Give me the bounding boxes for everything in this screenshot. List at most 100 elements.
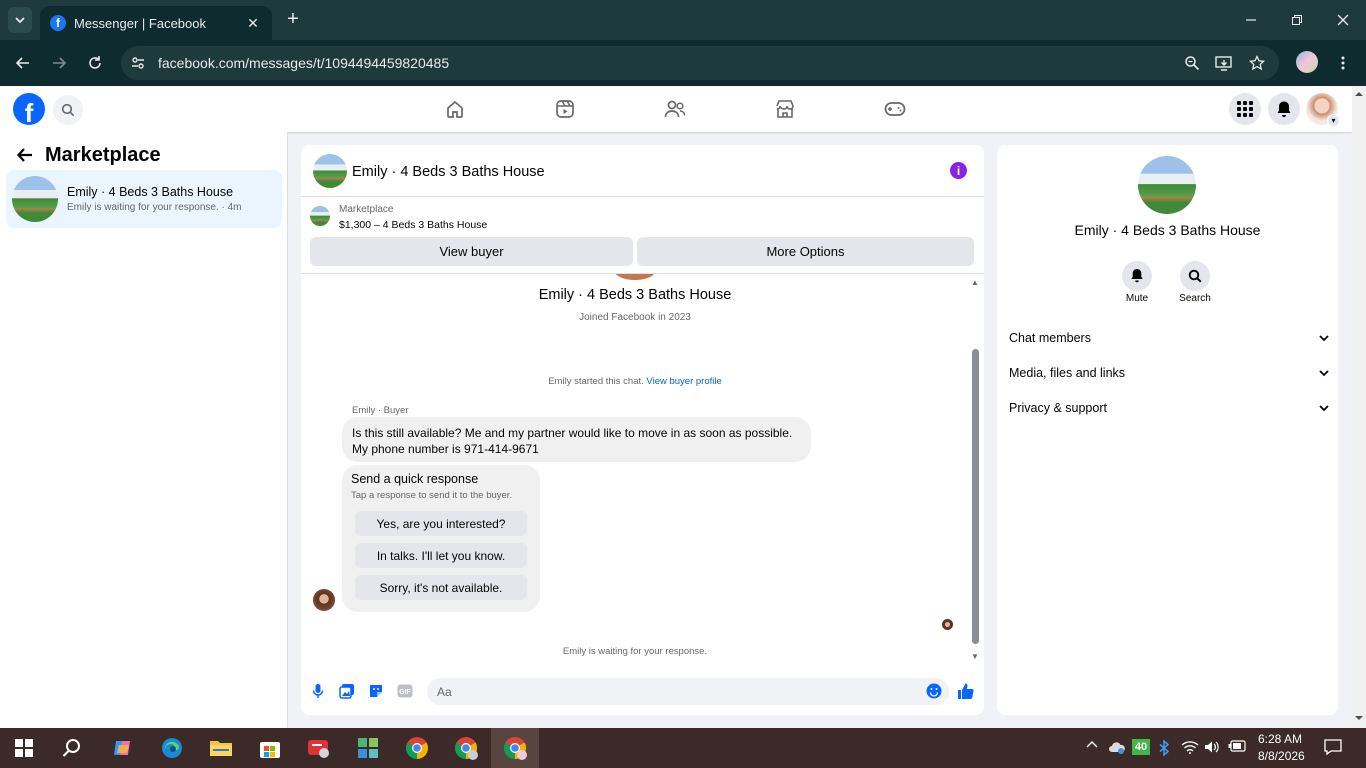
section-media-files-links[interactable]: Media, files and links: [1009, 359, 1329, 387]
more-vertical-icon: [1341, 56, 1345, 70]
back-button[interactable]: [13, 53, 33, 73]
friends-icon[interactable]: [664, 98, 686, 120]
back-arrow-icon[interactable]: [16, 146, 34, 164]
emoji-icon[interactable]: [926, 683, 942, 699]
chevron-down-icon: [1319, 335, 1329, 342]
close-window-button[interactable]: [1333, 10, 1353, 30]
chevron-down-icon: ▾: [1327, 114, 1340, 127]
grid-menu-icon: [1237, 101, 1253, 117]
mute-button[interactable]: [1122, 261, 1152, 291]
section-chat-members[interactable]: Chat members: [1009, 324, 1329, 352]
view-buyer-profile-link[interactable]: View buyer profile: [646, 376, 721, 387]
restore-icon: [1292, 15, 1302, 25]
tab-search-button[interactable]: [8, 7, 32, 33]
view-buyer-button[interactable]: View buyer: [310, 237, 633, 266]
account-avatar[interactable]: ▾: [1306, 93, 1340, 127]
info-icon[interactable]: i: [950, 162, 967, 179]
facebook-favicon-icon: f: [50, 15, 66, 31]
copilot-icon[interactable]: [109, 734, 137, 762]
message-input[interactable]: [427, 678, 949, 705]
sidebar-title: Marketplace: [45, 144, 161, 166]
new-tab-button[interactable]: +: [283, 9, 303, 30]
quick-response-subtitle: Tap a response to send it to the buyer.: [351, 490, 513, 501]
address-bar[interactable]: facebook.com/messages/t/1094494459820485: [121, 46, 1279, 80]
chrome-menu-button[interactable]: [1333, 53, 1353, 73]
reload-button[interactable]: [85, 53, 105, 73]
chevron-down-icon: [1319, 370, 1329, 377]
section-privacy-support[interactable]: Privacy & support: [1009, 394, 1329, 422]
quick-response-sorry-button[interactable]: Sorry, it's not available.: [355, 575, 527, 600]
forward-button[interactable]: [49, 53, 69, 73]
details-avatar[interactable]: [1138, 156, 1196, 214]
waiting-notice: Emily is waiting for your response.: [562, 646, 708, 657]
chrome-profile-icon[interactable]: [452, 734, 480, 762]
marketplace-icon[interactable]: [774, 98, 796, 120]
gaming-icon[interactable]: [884, 98, 906, 120]
bookmark-star-icon[interactable]: [1248, 54, 1266, 72]
chrome-profile-avatar[interactable]: [1296, 51, 1318, 73]
marketplace-label: Marketplace: [339, 204, 394, 215]
facebook-logo[interactable]: f: [13, 93, 45, 125]
quick-response-in-talks-button[interactable]: In talks. I'll let you know.: [355, 543, 527, 568]
menu-button[interactable]: [1229, 93, 1261, 125]
sticker-icon[interactable]: [368, 683, 384, 699]
microphone-icon[interactable]: [310, 683, 326, 699]
chat-avatar[interactable]: [313, 154, 347, 188]
search-conversation-button[interactable]: [1180, 261, 1210, 291]
clock-time[interactable]: 6:28 AM: [1258, 732, 1302, 746]
notification-center-icon[interactable]: [1324, 739, 1342, 755]
taskbar-search-icon[interactable]: [58, 734, 86, 762]
clock-date[interactable]: 8/8/2026: [1258, 749, 1305, 763]
chrome-icon[interactable]: [403, 734, 431, 762]
app-icon-green[interactable]: [354, 734, 382, 762]
scroll-up-arrow-icon[interactable]: ▲: [971, 278, 979, 287]
message-thread[interactable]: Emily · 4 Beds 3 Baths House Joined Face…: [301, 274, 984, 665]
zoom-icon[interactable]: [1183, 54, 1201, 72]
scroll-down-arrow-icon[interactable]: ▼: [971, 652, 979, 661]
site-info-icon[interactable]: [129, 54, 147, 72]
message-bubble[interactable]: Is this still available? Me and my partn…: [342, 417, 811, 462]
file-explorer-icon[interactable]: [207, 734, 235, 762]
battery-icon[interactable]: [1228, 740, 1246, 752]
more-options-button[interactable]: More Options: [637, 237, 974, 266]
joined-date: Joined Facebook in 2023: [579, 312, 691, 323]
tab-title: Messenger | Facebook: [74, 15, 206, 31]
thumbs-up-icon[interactable]: [957, 682, 975, 700]
weather-cloud-icon[interactable]: [1108, 740, 1126, 754]
minimize-button[interactable]: [1241, 10, 1261, 30]
quick-response-card: Send a quick response Tap a response to …: [342, 465, 540, 612]
gif-icon[interactable]: GIF: [397, 683, 413, 699]
windows-start-icon[interactable]: [10, 734, 38, 762]
section-label: Privacy & support: [1009, 401, 1107, 415]
facebook-search-button[interactable]: [53, 95, 83, 125]
close-tab-icon[interactable]: ✕: [244, 15, 262, 32]
browser-tab[interactable]: f Messenger | Facebook ✕: [40, 6, 272, 40]
show-hidden-icons-chevron-up-icon[interactable]: [1086, 740, 1098, 748]
wifi-icon[interactable]: [1181, 740, 1199, 754]
page-scrollbar[interactable]: [1352, 86, 1366, 728]
install-app-icon[interactable]: [1215, 54, 1233, 72]
badge-40[interactable]: 40: [1132, 739, 1150, 755]
microsoft-store-icon[interactable]: [256, 734, 284, 762]
home-icon[interactable]: [444, 98, 466, 120]
photo-icon[interactable]: [339, 683, 355, 699]
arrow-left-icon: [15, 57, 29, 69]
notifications-button[interactable]: [1268, 93, 1300, 125]
quick-response-yes-button[interactable]: Yes, are you interested?: [355, 511, 527, 536]
bluetooth-icon[interactable]: [1159, 740, 1169, 756]
app-icon-red[interactable]: [305, 734, 333, 762]
thread-scrollbar[interactable]: ▲ ▼: [971, 274, 979, 665]
chat-title[interactable]: Emily · 4 Beds 3 Baths House: [352, 164, 545, 180]
restore-button[interactable]: [1287, 10, 1307, 30]
chrome-active-icon[interactable]: [501, 734, 529, 762]
edge-icon[interactable]: [158, 734, 186, 762]
conversation-list-item[interactable]: Emily · 4 Beds 3 Baths House Emily is wa…: [6, 170, 282, 228]
facebook-header: f ▾: [0, 86, 1352, 132]
volume-icon[interactable]: [1204, 740, 1220, 754]
reels-icon[interactable]: [554, 98, 576, 120]
scrollbar-thumb[interactable]: [972, 349, 979, 644]
url-text[interactable]: facebook.com/messages/t/1094494459820485: [158, 55, 449, 71]
message-composer: GIF: [301, 673, 984, 709]
facebook-logo-letter: f: [24, 98, 34, 125]
chat-started-notice: Emily started this chat. View buyer prof…: [301, 376, 969, 387]
